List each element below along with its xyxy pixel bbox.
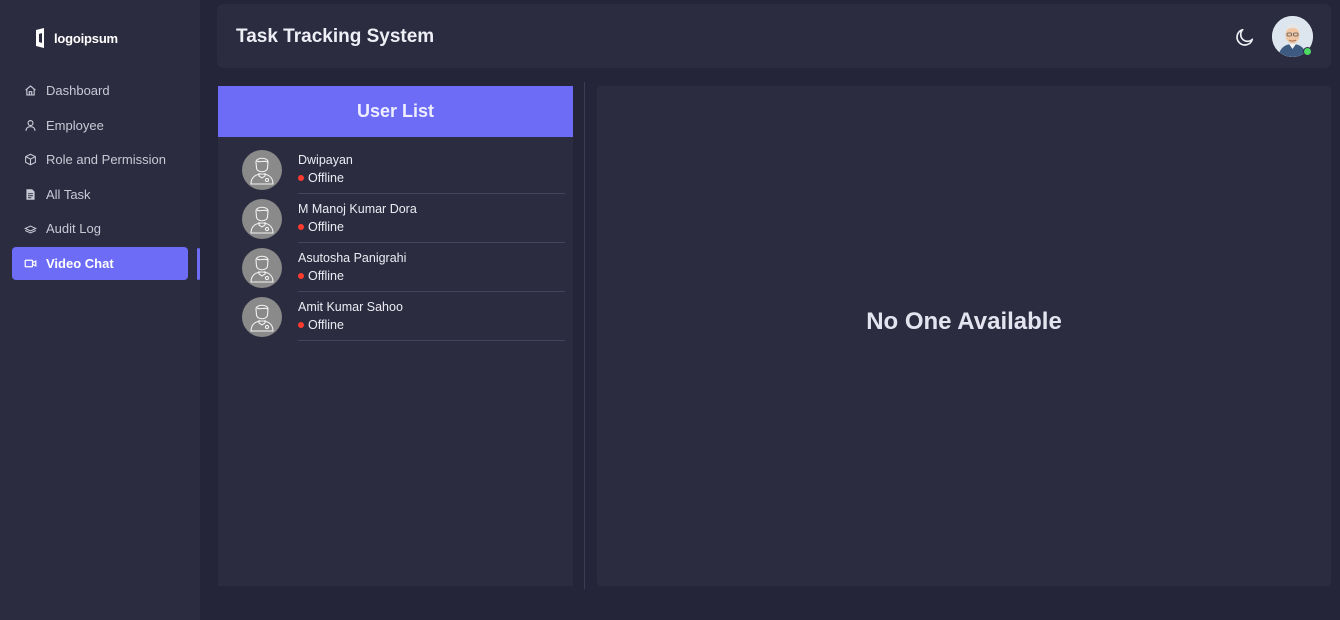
document-icon — [26, 189, 35, 200]
top-header: Task Tracking System — [217, 4, 1331, 68]
home-icon — [25, 85, 36, 96]
logo[interactable]: logoipsum — [34, 28, 118, 48]
user-status: Offline — [298, 220, 344, 234]
page-title: Task Tracking System — [236, 26, 435, 47]
user-name: Asutosha Panigrahi — [298, 251, 407, 265]
empty-state-message: No One Available — [866, 308, 1062, 335]
user-name: M Manoj Kumar Dora — [298, 202, 417, 216]
sidebar-item-label: Dashboard — [46, 83, 110, 98]
offline-dot — [298, 273, 304, 279]
online-status-dot — [1303, 47, 1312, 56]
layers-icon — [24, 225, 37, 234]
user-status: Offline — [298, 171, 344, 185]
divider — [298, 340, 565, 341]
sidebar-item-role-and-permission[interactable]: Role and Permission — [12, 143, 188, 176]
sidebar-nav: Dashboard Employee Role and Permission A… — [12, 74, 188, 282]
offline-dot — [298, 175, 304, 181]
user-list-panel: User List Dwipayan Offline M Manoj Kumar… — [218, 86, 573, 586]
list-item[interactable]: Dwipayan Offline — [218, 137, 573, 194]
sidebar-item-employee[interactable]: Employee — [12, 109, 188, 142]
moon-icon[interactable] — [1234, 26, 1256, 48]
user-status: Offline — [298, 269, 344, 283]
user-avatar-icon — [242, 199, 282, 239]
user-avatar-icon — [242, 150, 282, 190]
video-icon — [24, 259, 37, 268]
logo-mark-icon — [36, 28, 44, 48]
list-item[interactable]: Asutosha Panigrahi Offline — [218, 235, 573, 292]
sidebar-item-audit-log[interactable]: Audit Log — [12, 212, 188, 245]
sidebar-item-label: Role and Permission — [46, 152, 166, 168]
sidebar: logoipsum Dashboard Employee Role and Pe… — [0, 0, 200, 620]
user-list-title: User List — [218, 86, 573, 137]
sidebar-item-label: Audit Log — [46, 221, 101, 237]
user-status-label: Offline — [308, 220, 344, 234]
sidebar-item-label: Video Chat — [46, 255, 114, 271]
user-icon — [25, 119, 36, 131]
sidebar-item-all-task[interactable]: All Task — [12, 178, 188, 211]
active-indicator — [197, 248, 200, 280]
logo-text: logoipsum — [54, 30, 118, 46]
sidebar-item-video-chat[interactable]: Video Chat — [12, 246, 188, 280]
offline-dot — [298, 322, 304, 328]
user-status-label: Offline — [308, 318, 344, 332]
user-name: Amit Kumar Sahoo — [298, 300, 403, 314]
cube-icon — [25, 153, 36, 166]
user-status-label: Offline — [308, 269, 344, 283]
user-avatar-icon — [242, 248, 282, 288]
panel-separator — [584, 82, 585, 589]
user-status: Offline — [298, 318, 344, 332]
video-chat-area: No One Available — [597, 86, 1331, 586]
sidebar-item-dashboard[interactable]: Dashboard — [12, 74, 188, 107]
user-status-label: Offline — [308, 171, 344, 185]
list-item[interactable]: M Manoj Kumar Dora Offline — [218, 186, 573, 243]
user-avatar-icon — [242, 297, 282, 337]
sidebar-item-label: All Task — [46, 186, 91, 202]
user-name: Dwipayan — [298, 153, 353, 167]
offline-dot — [298, 224, 304, 230]
list-item[interactable]: Amit Kumar Sahoo Offline — [218, 284, 573, 341]
sidebar-item-label: Employee — [46, 117, 104, 133]
